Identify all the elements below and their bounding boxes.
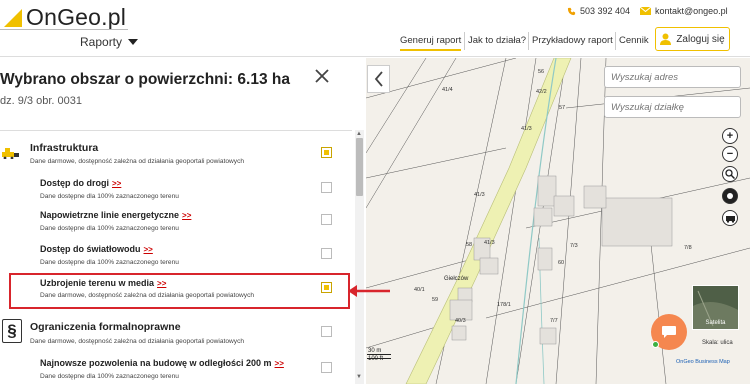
satellite-toggle[interactable]: Satelita bbox=[692, 285, 739, 330]
item-name: Dostęp do światłowodu >> bbox=[40, 244, 153, 254]
parcel-label: 41/3 bbox=[521, 126, 532, 132]
parcel-label: 42/2 bbox=[536, 89, 547, 95]
email-contact[interactable]: kontakt@ongeo.pl bbox=[640, 6, 728, 16]
paragraph-icon: § bbox=[2, 319, 22, 343]
phone-contact[interactable]: 503 392 404 bbox=[567, 6, 630, 16]
scrollbar-thumb[interactable] bbox=[356, 138, 363, 196]
parcel-id: dz. 9/3 obr. 0031 bbox=[0, 95, 82, 107]
item-name: Najnowsze pozwolenia na budowę w odległo… bbox=[40, 358, 284, 368]
email-address: kontakt@ongeo.pl bbox=[655, 6, 728, 16]
close-icon[interactable] bbox=[314, 68, 330, 84]
login-label: Zaloguj się bbox=[676, 33, 725, 45]
parcel-label: 41/3 bbox=[484, 240, 495, 246]
reports-label: Raporty bbox=[80, 35, 123, 49]
parcel-label: 60 bbox=[558, 260, 564, 266]
chat-bubble-icon bbox=[662, 326, 676, 338]
parcel-label: 7/7 bbox=[550, 318, 558, 324]
phone-icon bbox=[567, 7, 576, 15]
search-zoom-icon[interactable] bbox=[722, 166, 738, 182]
category-desc: Dane darmowe, dostępność zależna od dzia… bbox=[30, 338, 245, 345]
scale-meters: 30 m bbox=[368, 348, 382, 354]
mail-icon bbox=[640, 7, 651, 15]
checkbox[interactable] bbox=[321, 326, 332, 337]
item-desc: Dane dostępne dla 100% zaznaczonego tere… bbox=[40, 259, 179, 266]
phone-number: 503 392 404 bbox=[580, 6, 631, 16]
zoom-out-icon[interactable]: − bbox=[722, 146, 738, 162]
category-desc: Dane darmowe, dostępność zależna od dzia… bbox=[30, 158, 245, 165]
parcel-label: 40/3 bbox=[455, 318, 466, 324]
more-link[interactable]: >> bbox=[275, 359, 284, 368]
nav-generate-report[interactable]: Generuj raport bbox=[400, 35, 462, 51]
checkbox[interactable] bbox=[321, 214, 332, 225]
top-header: OnGeo.pl Raporty 503 392 404 kontakt@ong… bbox=[0, 0, 750, 57]
nav-sample-report[interactable]: Przykładowy raport bbox=[532, 35, 613, 46]
panel-title: Wybrano obszar o powierzchni: 6.13 ha bbox=[0, 71, 290, 88]
chevron-down-icon bbox=[128, 39, 139, 45]
parcel-label: 7/8 bbox=[684, 245, 692, 251]
parcel-label: 57 bbox=[559, 105, 565, 111]
scale-feet: 100 ft bbox=[368, 356, 384, 362]
item-desc: Dane dostępne dla 100% zaznaczonego tere… bbox=[40, 193, 179, 200]
scroll-up-icon[interactable]: ▲ bbox=[356, 131, 362, 137]
item-desc: Dane dostępne dla 100% zaznaczonego tere… bbox=[40, 225, 179, 232]
category-name: Infrastruktura bbox=[30, 142, 99, 154]
place-name: Giełczów bbox=[444, 276, 469, 282]
scale-text: Skala: ulica bbox=[702, 340, 733, 346]
parcel-label: 59 bbox=[432, 297, 438, 303]
scroll-down-icon[interactable]: ▼ bbox=[356, 374, 362, 380]
user-icon bbox=[660, 33, 672, 45]
more-link[interactable]: >> bbox=[182, 211, 191, 220]
red-arrow-icon bbox=[348, 285, 390, 297]
search-address-input[interactable] bbox=[604, 66, 741, 88]
parcel-label: 40/1 bbox=[414, 287, 425, 293]
checkbox[interactable] bbox=[321, 147, 332, 158]
highlight-box bbox=[9, 273, 350, 309]
item-desc: Dane dostępne dla 100% zaznaczonego tere… bbox=[40, 373, 179, 380]
panel-divider bbox=[0, 130, 352, 131]
checkbox[interactable] bbox=[321, 182, 332, 193]
nav-how-it-works[interactable]: Jak to działa? bbox=[468, 35, 526, 46]
logo[interactable]: OnGeo.pl bbox=[2, 4, 126, 31]
zoom-in-icon[interactable]: + bbox=[722, 128, 738, 144]
online-status-dot bbox=[652, 341, 659, 348]
logo-mark-icon bbox=[2, 7, 24, 29]
parcel-label: 58 bbox=[466, 242, 472, 248]
location-icon[interactable] bbox=[722, 188, 738, 204]
parcel-label: 41/4 bbox=[442, 87, 453, 93]
checkbox[interactable] bbox=[321, 362, 332, 373]
parcel-label: 56 bbox=[538, 69, 544, 75]
search-parcel-input[interactable] bbox=[604, 96, 741, 118]
item-name: Dostęp do drogi >> bbox=[40, 178, 122, 188]
street-view-icon[interactable] bbox=[722, 210, 738, 226]
nav-divider bbox=[528, 32, 529, 50]
satellite-label: Satelita bbox=[705, 320, 726, 326]
item-name: Napowietrzne linie energetyczne >> bbox=[40, 210, 192, 220]
more-link[interactable]: >> bbox=[112, 179, 121, 188]
reports-underline bbox=[0, 29, 128, 30]
logo-text: OnGeo.pl bbox=[26, 4, 127, 30]
category-name: Ograniczenia formalnoprawne bbox=[30, 321, 181, 333]
parcel-label: 7/3 bbox=[570, 243, 578, 249]
chevron-left-icon bbox=[374, 71, 383, 87]
login-button[interactable]: Zaloguj się bbox=[655, 27, 730, 51]
parcel-label: 41/3 bbox=[474, 192, 485, 198]
reports-menu[interactable]: Raporty bbox=[80, 35, 139, 49]
infrastructure-icon bbox=[2, 146, 20, 164]
collapse-panel-button[interactable] bbox=[367, 65, 390, 93]
nav-pricing[interactable]: Cennik bbox=[619, 35, 649, 46]
more-link[interactable]: >> bbox=[144, 245, 153, 254]
checkbox[interactable] bbox=[321, 248, 332, 259]
nav-divider bbox=[464, 32, 465, 50]
map-credit-link[interactable]: OnGeo Business Map bbox=[676, 359, 730, 365]
report-panel: Wybrano obszar o powierzchni: 6.13 ha dz… bbox=[0, 58, 366, 384]
parcel-label: 178/1 bbox=[497, 302, 511, 308]
nav-divider bbox=[615, 32, 616, 50]
